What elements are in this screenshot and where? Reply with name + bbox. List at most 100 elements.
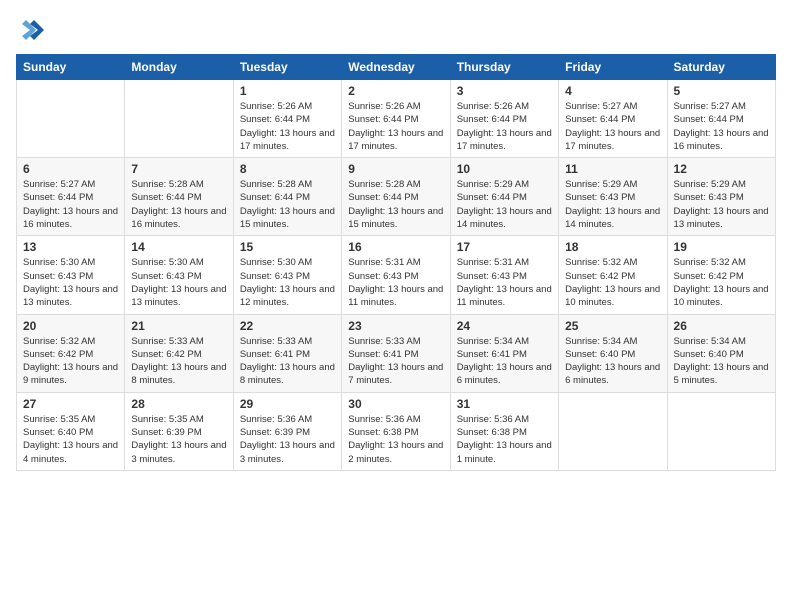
day-cell [17, 80, 125, 158]
day-info: Sunrise: 5:32 AM Sunset: 6:42 PM Dayligh… [23, 335, 118, 388]
day-info: Sunrise: 5:34 AM Sunset: 6:40 PM Dayligh… [565, 335, 660, 388]
weekday-header-friday: Friday [559, 55, 667, 80]
day-info: Sunrise: 5:32 AM Sunset: 6:42 PM Dayligh… [565, 256, 660, 309]
logo [16, 16, 48, 44]
day-number: 24 [457, 319, 552, 333]
day-number: 30 [348, 397, 443, 411]
day-info: Sunrise: 5:33 AM Sunset: 6:42 PM Dayligh… [131, 335, 226, 388]
day-info: Sunrise: 5:30 AM Sunset: 6:43 PM Dayligh… [23, 256, 118, 309]
weekday-header-thursday: Thursday [450, 55, 558, 80]
day-number: 23 [348, 319, 443, 333]
day-cell: 29 Sunrise: 5:36 AM Sunset: 6:39 PM Dayli… [233, 392, 341, 470]
day-info: Sunrise: 5:34 AM Sunset: 6:41 PM Dayligh… [457, 335, 552, 388]
day-cell: 13 Sunrise: 5:30 AM Sunset: 6:43 PM Dayli… [17, 236, 125, 314]
day-cell: 23 Sunrise: 5:33 AM Sunset: 6:41 PM Dayli… [342, 314, 450, 392]
day-info: Sunrise: 5:31 AM Sunset: 6:43 PM Dayligh… [457, 256, 552, 309]
day-cell: 17 Sunrise: 5:31 AM Sunset: 6:43 PM Dayli… [450, 236, 558, 314]
day-cell: 18 Sunrise: 5:32 AM Sunset: 6:42 PM Dayli… [559, 236, 667, 314]
day-info: Sunrise: 5:31 AM Sunset: 6:43 PM Dayligh… [348, 256, 443, 309]
day-number: 21 [131, 319, 226, 333]
day-number: 1 [240, 84, 335, 98]
day-number: 31 [457, 397, 552, 411]
weekday-header-saturday: Saturday [667, 55, 775, 80]
day-info: Sunrise: 5:32 AM Sunset: 6:42 PM Dayligh… [674, 256, 769, 309]
page: SundayMondayTuesdayWednesdayThursdayFrid… [0, 0, 792, 612]
day-info: Sunrise: 5:29 AM Sunset: 6:43 PM Dayligh… [565, 178, 660, 231]
day-cell: 2 Sunrise: 5:26 AM Sunset: 6:44 PM Daylig… [342, 80, 450, 158]
day-cell: 20 Sunrise: 5:32 AM Sunset: 6:42 PM Dayli… [17, 314, 125, 392]
day-info: Sunrise: 5:26 AM Sunset: 6:44 PM Dayligh… [348, 100, 443, 153]
day-cell: 12Sunrise: 5:29 AM Sunset: 6:43 PM Dayli… [667, 158, 775, 236]
day-info: Sunrise: 5:36 AM Sunset: 6:39 PM Dayligh… [240, 413, 335, 466]
logo-icon [16, 16, 44, 44]
day-number: 5 [674, 84, 769, 98]
day-number: 8 [240, 162, 335, 176]
day-cell [559, 392, 667, 470]
day-info: Sunrise: 5:36 AM Sunset: 6:38 PM Dayligh… [348, 413, 443, 466]
day-cell [125, 80, 233, 158]
day-cell: 6Sunrise: 5:27 AM Sunset: 6:44 PM Daylig… [17, 158, 125, 236]
day-number: 27 [23, 397, 118, 411]
day-cell: 1 Sunrise: 5:26 AM Sunset: 6:44 PM Daylig… [233, 80, 341, 158]
day-cell: 19 Sunrise: 5:32 AM Sunset: 6:42 PM Dayli… [667, 236, 775, 314]
day-info: Sunrise: 5:33 AM Sunset: 6:41 PM Dayligh… [348, 335, 443, 388]
week-row-3: 13 Sunrise: 5:30 AM Sunset: 6:43 PM Dayli… [17, 236, 776, 314]
day-number: 22 [240, 319, 335, 333]
header [16, 16, 776, 44]
day-info: Sunrise: 5:28 AM Sunset: 6:44 PM Dayligh… [348, 178, 443, 231]
day-cell: 25 Sunrise: 5:34 AM Sunset: 6:40 PM Dayli… [559, 314, 667, 392]
day-info: Sunrise: 5:35 AM Sunset: 6:39 PM Dayligh… [131, 413, 226, 466]
day-cell: 16 Sunrise: 5:31 AM Sunset: 6:43 PM Dayli… [342, 236, 450, 314]
day-info: Sunrise: 5:33 AM Sunset: 6:41 PM Dayligh… [240, 335, 335, 388]
day-number: 2 [348, 84, 443, 98]
day-info: Sunrise: 5:36 AM Sunset: 6:38 PM Dayligh… [457, 413, 552, 466]
day-number: 25 [565, 319, 660, 333]
week-row-2: 6Sunrise: 5:27 AM Sunset: 6:44 PM Daylig… [17, 158, 776, 236]
day-number: 20 [23, 319, 118, 333]
day-info: Sunrise: 5:28 AM Sunset: 6:44 PM Dayligh… [240, 178, 335, 231]
day-cell: 7Sunrise: 5:28 AM Sunset: 6:44 PM Daylig… [125, 158, 233, 236]
day-cell: 21 Sunrise: 5:33 AM Sunset: 6:42 PM Dayli… [125, 314, 233, 392]
day-number: 3 [457, 84, 552, 98]
day-cell: 24 Sunrise: 5:34 AM Sunset: 6:41 PM Dayli… [450, 314, 558, 392]
day-number: 7 [131, 162, 226, 176]
day-number: 29 [240, 397, 335, 411]
weekday-header-monday: Monday [125, 55, 233, 80]
day-info: Sunrise: 5:26 AM Sunset: 6:44 PM Dayligh… [457, 100, 552, 153]
week-row-4: 20 Sunrise: 5:32 AM Sunset: 6:42 PM Dayli… [17, 314, 776, 392]
day-number: 28 [131, 397, 226, 411]
day-info: Sunrise: 5:34 AM Sunset: 6:40 PM Dayligh… [674, 335, 769, 388]
day-cell: 4 Sunrise: 5:27 AM Sunset: 6:44 PM Daylig… [559, 80, 667, 158]
day-info: Sunrise: 5:27 AM Sunset: 6:44 PM Dayligh… [674, 100, 769, 153]
day-number: 17 [457, 240, 552, 254]
day-cell: 10Sunrise: 5:29 AM Sunset: 6:44 PM Dayli… [450, 158, 558, 236]
day-info: Sunrise: 5:30 AM Sunset: 6:43 PM Dayligh… [240, 256, 335, 309]
day-number: 18 [565, 240, 660, 254]
day-number: 16 [348, 240, 443, 254]
day-cell: 5 Sunrise: 5:27 AM Sunset: 6:44 PM Daylig… [667, 80, 775, 158]
day-cell: 28 Sunrise: 5:35 AM Sunset: 6:39 PM Dayli… [125, 392, 233, 470]
day-info: Sunrise: 5:27 AM Sunset: 6:44 PM Dayligh… [565, 100, 660, 153]
weekday-header-sunday: Sunday [17, 55, 125, 80]
day-number: 6 [23, 162, 118, 176]
day-number: 13 [23, 240, 118, 254]
day-info: Sunrise: 5:29 AM Sunset: 6:44 PM Dayligh… [457, 178, 552, 231]
day-number: 9 [348, 162, 443, 176]
calendar-table: SundayMondayTuesdayWednesdayThursdayFrid… [16, 54, 776, 471]
day-cell: 27 Sunrise: 5:35 AM Sunset: 6:40 PM Dayli… [17, 392, 125, 470]
day-number: 4 [565, 84, 660, 98]
day-cell: 15Sunrise: 5:30 AM Sunset: 6:43 PM Dayli… [233, 236, 341, 314]
day-cell [667, 392, 775, 470]
day-cell: 14Sunrise: 5:30 AM Sunset: 6:43 PM Dayli… [125, 236, 233, 314]
day-info: Sunrise: 5:26 AM Sunset: 6:44 PM Dayligh… [240, 100, 335, 153]
day-number: 14 [131, 240, 226, 254]
day-cell: 3 Sunrise: 5:26 AM Sunset: 6:44 PM Daylig… [450, 80, 558, 158]
day-cell: 11 Sunrise: 5:29 AM Sunset: 6:43 PM Dayli… [559, 158, 667, 236]
day-cell: 9 Sunrise: 5:28 AM Sunset: 6:44 PM Daylig… [342, 158, 450, 236]
day-cell: 22 Sunrise: 5:33 AM Sunset: 6:41 PM Dayli… [233, 314, 341, 392]
day-number: 26 [674, 319, 769, 333]
day-info: Sunrise: 5:35 AM Sunset: 6:40 PM Dayligh… [23, 413, 118, 466]
day-number: 19 [674, 240, 769, 254]
day-number: 11 [565, 162, 660, 176]
day-cell: 26 Sunrise: 5:34 AM Sunset: 6:40 PM Dayli… [667, 314, 775, 392]
